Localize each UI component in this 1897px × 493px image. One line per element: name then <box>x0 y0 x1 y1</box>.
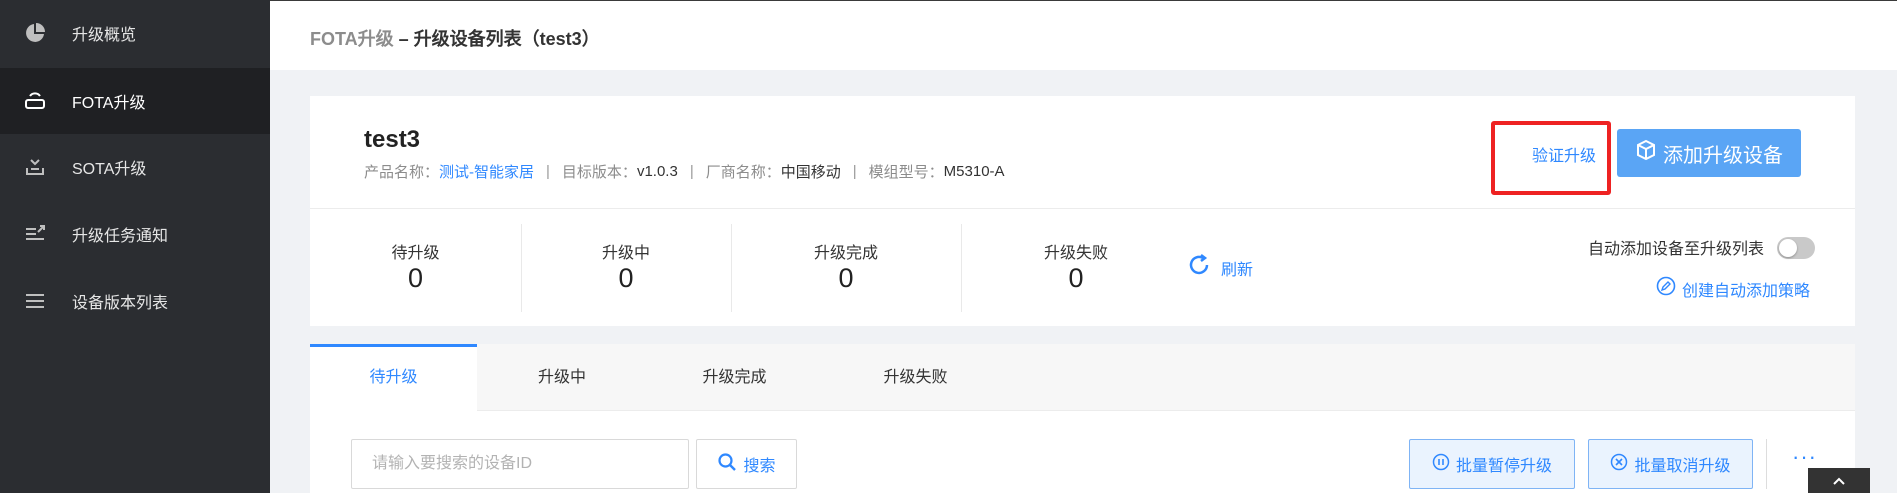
page-title: test3 <box>364 126 421 153</box>
meta-separator: | <box>546 163 550 180</box>
meta-separator: | <box>852 163 857 180</box>
stat-upgrading: 升级中 0 <box>521 209 731 326</box>
device-id-search-input[interactable] <box>351 439 689 489</box>
tab-bar: 待升级 升级中 升级完成 升级失败 <box>310 344 1855 411</box>
more-options-button[interactable]: ··· <box>1792 444 1817 470</box>
download-tray-icon <box>22 154 48 180</box>
breadcrumb: FOTA升级 – 升级设备列表（test3） <box>310 25 600 51</box>
refresh-icon <box>1187 253 1211 282</box>
product-info-card: test3 产品名称： 测试-智能家居 | 目标版本： v1.0.3 | 厂商名… <box>310 96 1855 209</box>
notify-list-icon <box>22 221 48 247</box>
breadcrumb-current: – 升级设备列表（test3） <box>393 29 600 49</box>
create-auto-add-policy-label: 创建自动添加策略 <box>1682 282 1811 300</box>
sidebar-item-label: SOTA升级 <box>72 161 147 178</box>
breadcrumb-parent[interactable]: FOTA升级 <box>310 29 394 49</box>
sidebar-item-overview[interactable]: 升级概览 <box>0 0 270 66</box>
vendor-value: 中国移动 <box>780 164 841 181</box>
router-icon <box>22 88 48 114</box>
toggle-knob <box>1779 239 1797 257</box>
stat-value: 0 <box>1068 263 1084 293</box>
vendor-label: 厂商名称： <box>705 164 781 181</box>
edit-icon <box>1656 276 1676 301</box>
tab-pending[interactable]: 待升级 <box>310 344 477 411</box>
sidebar-item-label: 升级概览 <box>72 27 137 44</box>
chevron-up-icon <box>1829 468 1849 493</box>
stat-failed: 升级失败 0 <box>961 209 1191 326</box>
product-meta: 产品名称： 测试-智能家居 | 目标版本： v1.0.3 | 厂商名称： 中国移… <box>364 161 1005 182</box>
sidebar-item-device-versions[interactable]: 设备版本列表 <box>0 268 270 334</box>
stat-label: 待升级 <box>391 245 440 262</box>
verify-upgrade-link[interactable]: 验证升级 <box>1532 142 1596 166</box>
target-version-label: 目标版本： <box>561 164 637 181</box>
tab-upgrading[interactable]: 升级中 <box>477 344 647 411</box>
module-label: 模组型号： <box>868 164 944 181</box>
pie-chart-icon <box>22 20 48 46</box>
auto-add-toggle[interactable] <box>1777 237 1815 259</box>
stat-completed: 升级完成 0 <box>731 209 961 326</box>
auto-add-label: 自动添加设备至升级列表 <box>1588 241 1765 258</box>
tab-failed[interactable]: 升级失败 <box>822 344 1009 411</box>
upgrade-stats-card: 待升级 0 升级中 0 升级完成 0 升级失败 0 刷新 自动添加设备至升级列表… <box>310 209 1855 326</box>
search-button[interactable]: 搜索 <box>696 439 797 489</box>
refresh-button[interactable]: 刷新 <box>1187 253 1253 282</box>
list-icon <box>22 288 48 314</box>
batch-pause-button[interactable]: 批量暂停升级 <box>1409 439 1575 489</box>
sidebar-item-sota[interactable]: SOTA升级 <box>0 134 270 200</box>
cube-icon <box>1635 139 1657 167</box>
batch-pause-label: 批量暂停升级 <box>1455 458 1552 475</box>
sidebar-item-label: 升级任务通知 <box>72 228 169 245</box>
pause-icon <box>1432 453 1450 476</box>
search-icon <box>717 452 737 477</box>
product-name-link[interactable]: 测试-智能家居 <box>439 161 534 182</box>
stat-value: 0 <box>407 263 424 293</box>
divider <box>1766 439 1767 489</box>
sidebar-item-label: 设备版本列表 <box>72 295 169 312</box>
target-version-value: v1.0.3 <box>636 163 678 180</box>
product-name-label: 产品名称： <box>364 164 440 181</box>
sidebar: 升级概览 FOTA升级 SOTA升级 升级任务通知 设备版本列表 <box>0 0 270 493</box>
module-value: M5310-A <box>943 163 1005 180</box>
batch-cancel-button[interactable]: 批量取消升级 <box>1588 439 1753 489</box>
stat-label: 升级失败 <box>1043 245 1108 262</box>
add-upgrade-device-button[interactable]: 添加升级设备 <box>1617 129 1801 177</box>
sidebar-item-label: FOTA升级 <box>72 95 146 112</box>
stat-value: 0 <box>618 263 634 293</box>
sidebar-item-task-notify[interactable]: 升级任务通知 <box>0 201 270 267</box>
refresh-label: 刷新 <box>1221 261 1254 279</box>
stat-label: 升级完成 <box>813 245 878 262</box>
back-to-top-button[interactable] <box>1808 468 1870 493</box>
tab-completed[interactable]: 升级完成 <box>647 344 822 411</box>
sidebar-item-fota[interactable]: FOTA升级 <box>0 68 270 134</box>
device-list-card: 待升级 升级中 升级完成 升级失败 搜索 批量暂停升级 批量取消升级 ··· <box>310 344 1855 493</box>
stat-pending: 待升级 0 <box>310 209 521 326</box>
stat-value: 0 <box>838 263 854 293</box>
meta-separator: | <box>689 163 694 180</box>
batch-cancel-label: 批量取消升级 <box>1634 458 1731 475</box>
create-auto-add-policy-link[interactable]: 创建自动添加策略 <box>1656 276 1810 301</box>
add-upgrade-device-label: 添加升级设备 <box>1663 144 1783 167</box>
top-bar: FOTA升级 – 升级设备列表（test3） <box>270 0 1897 70</box>
stat-label: 升级中 <box>601 245 650 262</box>
cancel-circle-icon <box>1610 453 1628 476</box>
search-label: 搜索 <box>743 458 776 475</box>
